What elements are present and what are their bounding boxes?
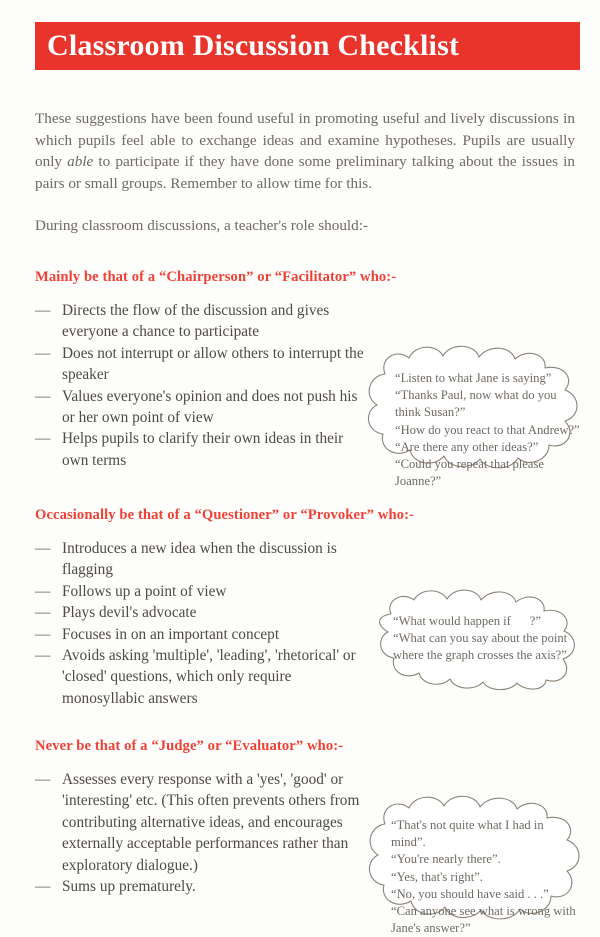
list-item: — Avoids asking 'multiple', 'leading', 'r…: [35, 645, 365, 709]
title-banner: Classroom Discussion Checklist: [35, 22, 580, 70]
intro-paragraph-2: During classroom discussions, a teacher'…: [35, 217, 368, 234]
speech-bubble-chairperson: “Listen to what Jane is saying” “Thanks …: [355, 340, 600, 488]
speech-bubble-text-judge: “That's not quite what I had in mind”. “…: [355, 791, 600, 937]
section-questioner: Occasionally be that of a “Questioner” o…: [35, 506, 580, 709]
bubble-line: “Could you repeat that please: [395, 457, 544, 472]
list-item: — Assesses every response with a 'yes', '…: [35, 769, 365, 876]
speech-bubble-questioner: “What would happen if ?” “What can you s…: [365, 586, 600, 691]
section-heading-chairperson: Mainly be that of a “Chairperson” or “Fa…: [35, 269, 397, 285]
bullet-dash: —: [35, 582, 51, 600]
document-page: Classroom Discussion Checklist These sug…: [0, 0, 600, 935]
list-item-text: Focuses in on an important concept: [62, 625, 280, 643]
intro-block: These suggestions have been found useful…: [35, 108, 575, 237]
list-item: — Directs the flow of the discussion and …: [35, 300, 365, 343]
speech-bubble-text-chairperson: “Listen to what Jane is saying” “Thanks …: [355, 340, 600, 490]
bullet-dash: —: [35, 647, 51, 665]
bullet-dash: —: [35, 430, 51, 448]
speech-bubble-text-questioner: “What would happen if ?” “What can you s…: [365, 586, 600, 665]
page-title: Classroom Discussion Checklist: [47, 29, 460, 62]
bubble-line: Joanne?”: [395, 474, 442, 489]
section-body-chairperson: — Directs the flow of the discussion and …: [35, 300, 580, 488]
bubble-line: Jane's answer?”: [391, 921, 471, 936]
bullet-dash: —: [35, 604, 51, 622]
bubble-line: “That's not quite what I had in: [391, 818, 544, 832]
bubble-line: mind”.: [391, 835, 426, 850]
bubble-line: “You're nearly there”.: [391, 852, 501, 867]
bullet-dash: —: [35, 878, 51, 896]
bullet-dash: —: [35, 540, 51, 557]
list-item-text: Sums up prematurely.: [62, 878, 196, 896]
section-judge: Never be that of a “Judge” or “Evaluator…: [35, 737, 580, 935]
list-item: — Introduces a new idea when the discussi…: [35, 538, 365, 581]
bubble-line: where the graph crosses the axis?”: [393, 648, 567, 663]
list-item: — Values everyone's opinion and does not …: [35, 386, 365, 429]
list-item: — Focuses in on an important concept: [35, 624, 365, 645]
bullet-list-judge: — Assesses every response with a 'yes', '…: [35, 769, 365, 897]
section-body-questioner: — Introduces a new idea when the discussi…: [35, 538, 580, 709]
intro-paragraph-1-part-b: to participate if they have done some pr…: [35, 153, 575, 192]
bullet-dash: —: [35, 625, 51, 643]
intro-paragraph-1: These suggestions have been found useful…: [35, 108, 575, 194]
list-item: — Does not interrupt or allow others to i…: [35, 343, 365, 386]
intro-emphasis-able: able: [67, 153, 94, 170]
bullet-dash: —: [35, 302, 51, 319]
list-item: — Sums up prematurely.: [35, 876, 365, 897]
bubble-line: “What would happen if ?”: [393, 614, 541, 628]
list-item-text: Assesses every response with a 'yes', 'g…: [62, 771, 360, 874]
list-item-text: Values everyone's opinion and does not p…: [62, 387, 358, 427]
bullet-dash: —: [35, 771, 51, 788]
list-item: — Helps pupils to clarify their own ideas…: [35, 428, 365, 471]
section-body-judge: — Assesses every response with a 'yes', '…: [35, 769, 580, 935]
speech-bubble-judge: “That's not quite what I had in mind”. “…: [355, 791, 600, 935]
list-item-text: Does not interrupt or allow others to in…: [62, 344, 364, 384]
list-item-text: Helps pupils to clarify their own ideas …: [62, 430, 344, 469]
list-item-text: Plays devil's advocate: [62, 604, 197, 622]
section-heading-questioner: Occasionally be that of a “Questioner” o…: [35, 507, 414, 523]
bubble-line: “Listen to what Jane is saying”: [395, 371, 552, 385]
list-item-text: Follows up a point of view: [62, 582, 227, 600]
bullet-dash: —: [35, 344, 51, 362]
bubble-line: “Yes, that's right”.: [391, 869, 483, 884]
bubble-line: “No, you should have said . . .”: [391, 886, 549, 901]
bubble-line: “How do you react to that Andrew?”: [395, 422, 580, 437]
list-item: — Plays devil's advocate: [35, 602, 365, 623]
intro-spacer: [35, 194, 575, 215]
section-chairperson: Mainly be that of a “Chairperson” or “Fa…: [35, 268, 580, 488]
list-item: — Follows up a point of view: [35, 581, 365, 602]
bubble-line: “Are there any other ideas?”: [395, 439, 539, 454]
bullet-list-questioner: — Introduces a new idea when the discussi…: [35, 538, 365, 709]
bubble-line: “Can anyone see what is wrong with: [391, 904, 576, 919]
bubble-line: “What can you say about the point: [393, 631, 568, 646]
section-heading-judge: Never be that of a “Judge” or “Evaluator…: [35, 738, 344, 754]
bullet-list-chairperson: — Directs the flow of the discussion and …: [35, 300, 365, 471]
list-item-text: Directs the flow of the discussion and g…: [62, 302, 330, 341]
bubble-line: think Susan?”: [395, 405, 466, 420]
list-item-text: Introduces a new idea when the discussio…: [62, 540, 337, 579]
list-item-text: Avoids asking 'multiple', 'leading', 'rh…: [62, 647, 356, 707]
bubble-line: “Thanks Paul, now what do you: [395, 388, 557, 403]
bullet-dash: —: [35, 387, 51, 405]
